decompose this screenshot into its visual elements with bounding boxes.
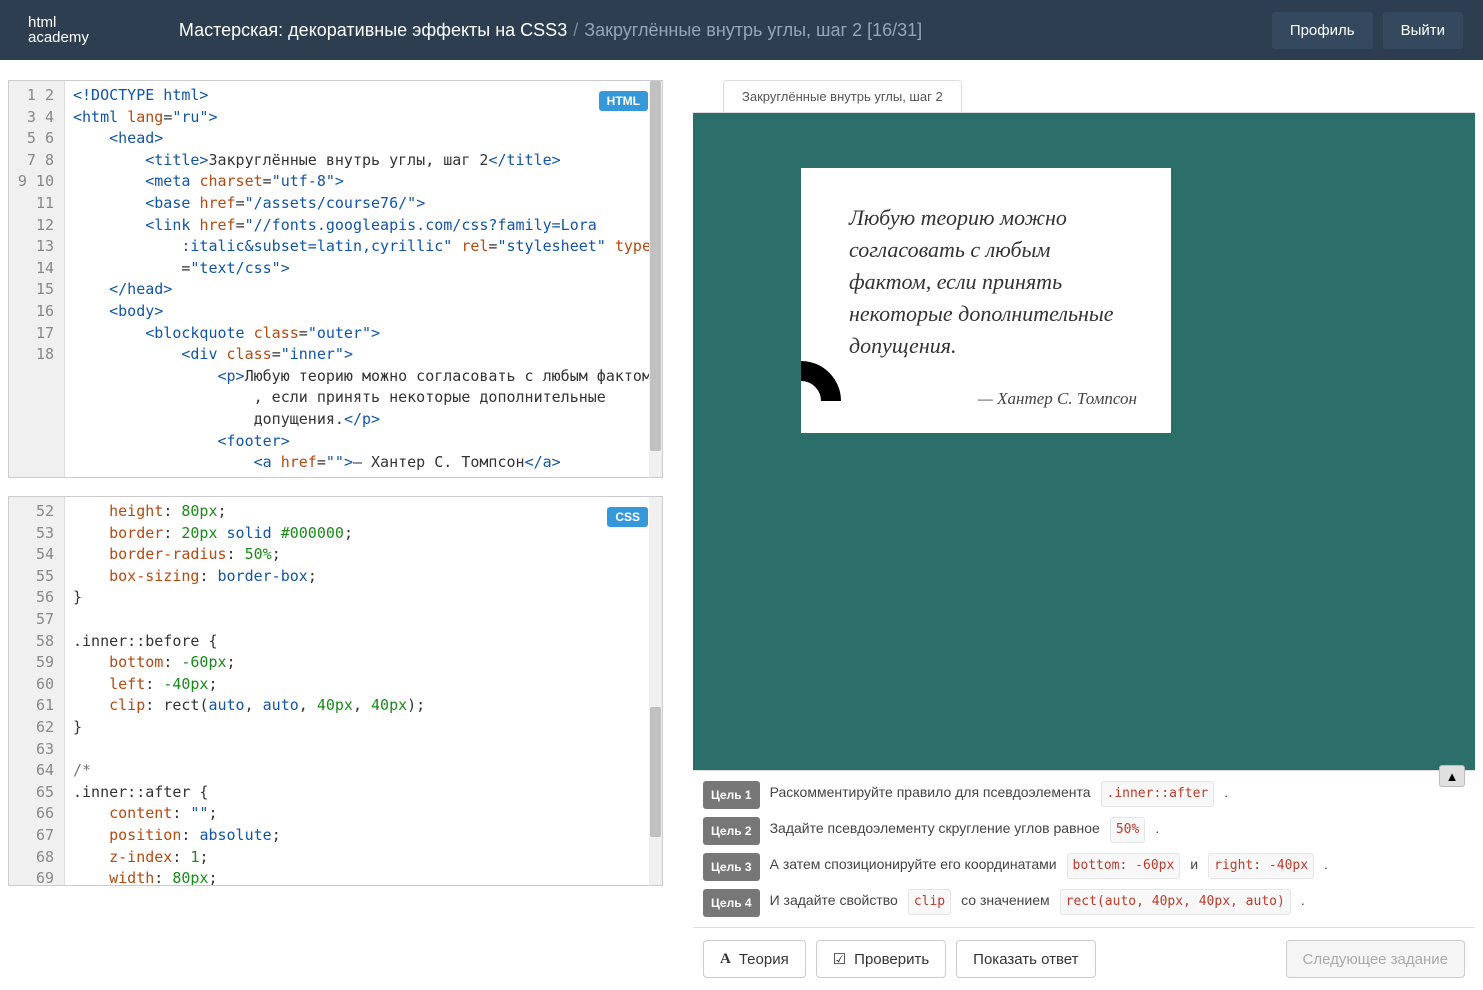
html-editor[interactable]: HTML 1 2 3 4 5 6 7 8 9 10 11 12 13 14 15… [8, 80, 663, 478]
html-code[interactable]: <!DOCTYPE html> <html lang="ru"> <head> … [65, 81, 662, 477]
show-answer-button[interactable]: Показать ответ [956, 940, 1095, 978]
goal-badge: Цель 1 [703, 781, 760, 809]
goal-badge: Цель 2 [703, 817, 760, 845]
css-code[interactable]: height: 80px; border: 20px solid #000000… [65, 497, 662, 885]
profile-button[interactable]: Профиль [1272, 12, 1373, 49]
goal-3: Цель 3 А затем спозиционируйте его коорд… [699, 849, 1469, 885]
bottom-toolbar: A Теория ☑ Проверить Показать ответ След… [693, 927, 1475, 990]
quote-text: Любую теорию можно согласовать с любым ф… [849, 202, 1137, 361]
logout-button[interactable]: Выйти [1383, 12, 1463, 49]
next-task-button[interactable]: Следующее задание [1286, 940, 1465, 978]
preview-tabs: Закруглённые внутрь углы, шаг 2 [693, 80, 1475, 113]
quote-author: — Хантер С. Томпсон [849, 389, 1137, 409]
check-icon: ☑ [833, 950, 846, 968]
css-gutter: 52 53 54 55 56 57 58 59 60 61 62 63 64 6… [9, 497, 65, 885]
goal-badge: Цель 3 [703, 853, 760, 881]
breadcrumb-course[interactable]: Мастерская: декоративные эффекты на CSS3 [179, 20, 567, 41]
quote-card: Любую теорию можно согласовать с любым ф… [801, 168, 1171, 433]
check-button[interactable]: ☑ Проверить [816, 940, 946, 978]
css-badge: CSS [607, 507, 648, 527]
breadcrumb: Мастерская: декоративные эффекты на CSS3… [179, 20, 922, 41]
preview-stage: Любую теорию можно согласовать с любым ф… [693, 113, 1475, 770]
css-scrollbar[interactable] [649, 497, 662, 885]
goal-4: Цель 4 И задайте свойство clip со значен… [699, 885, 1469, 921]
font-icon: A [720, 951, 731, 968]
logo[interactable]: html academy [20, 15, 89, 45]
chevron-up-icon: ▲ [1446, 769, 1459, 784]
corner-decoration [783, 383, 851, 451]
goals-collapse-button[interactable]: ▲ [1439, 765, 1465, 787]
goal-badge: Цель 4 [703, 889, 760, 917]
goal-1: Цель 1 Раскомментируйте правило для псев… [699, 777, 1469, 813]
css-editor[interactable]: CSS 52 53 54 55 56 57 58 59 60 61 62 63 … [8, 496, 663, 886]
breadcrumb-task[interactable]: Закруглённые внутрь углы, шаг 2 [16/31] [584, 20, 922, 41]
theory-button[interactable]: A Теория [703, 940, 806, 978]
preview-tab[interactable]: Закруглённые внутрь углы, шаг 2 [723, 80, 962, 112]
goals-panel: ▲ Цель 1 Раскомментируйте правило для пс… [693, 770, 1475, 927]
logo-text: html academy [28, 15, 89, 45]
html-badge: HTML [599, 91, 648, 111]
html-scrollbar[interactable] [649, 81, 662, 477]
goal-2: Цель 2 Задайте псевдоэлементу скругление… [699, 813, 1469, 849]
html-gutter: 1 2 3 4 5 6 7 8 9 10 11 12 13 14 15 16 1… [9, 81, 65, 477]
app-header: html academy Мастерская: декоративные эф… [0, 0, 1483, 60]
